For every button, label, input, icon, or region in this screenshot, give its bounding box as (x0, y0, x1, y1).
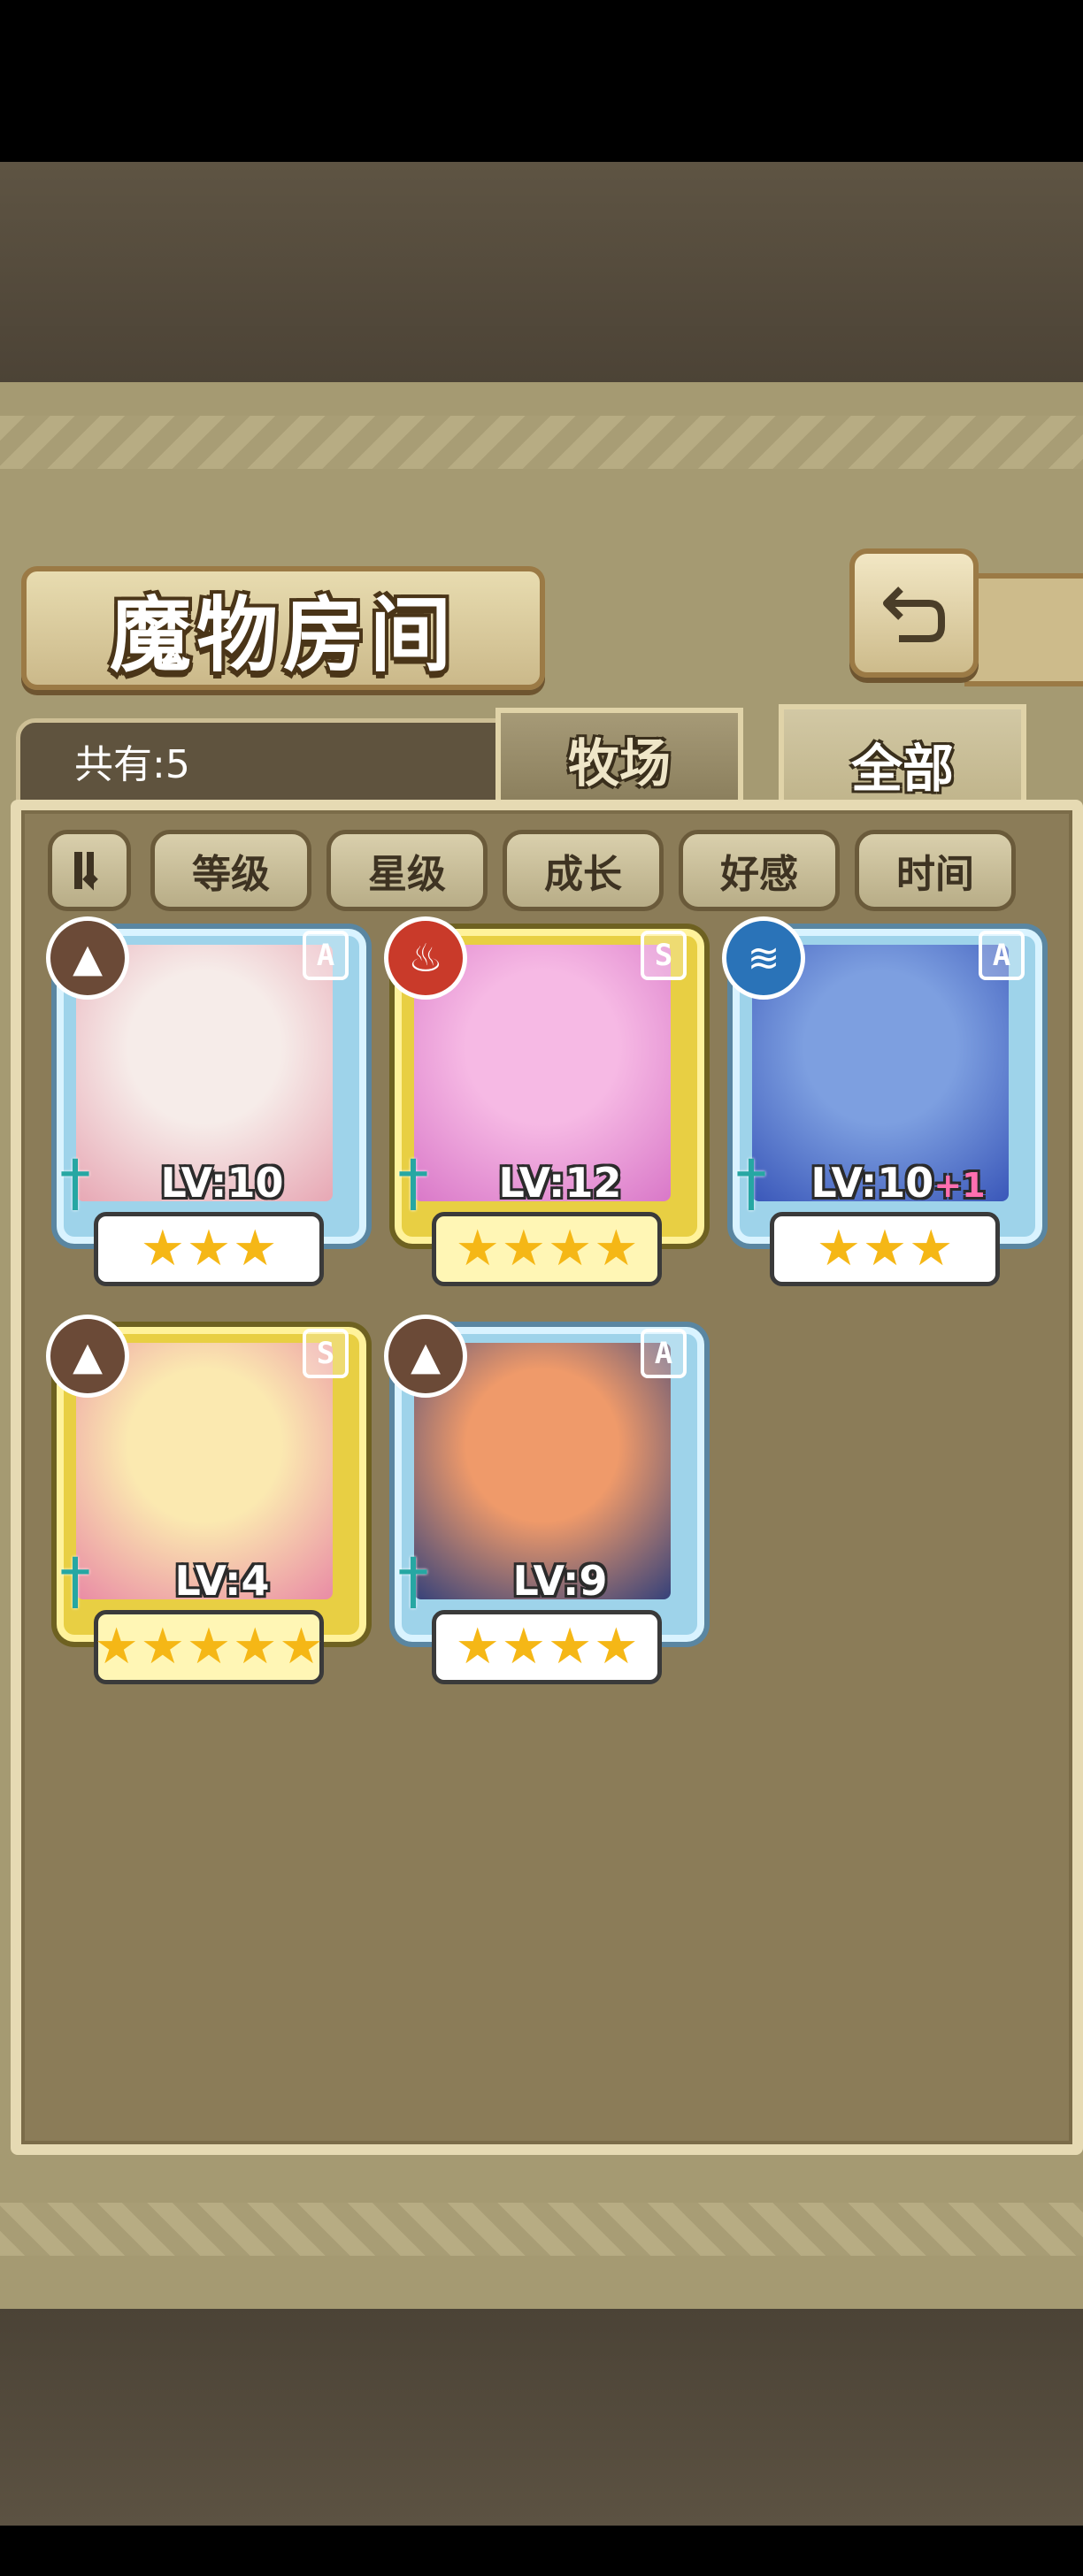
sort-affection-button[interactable]: 好感 (679, 830, 840, 911)
star-icon: ★ (140, 1618, 185, 1675)
level-bonus: +1 (933, 1166, 986, 1205)
monster-card[interactable]: ♨ S † LV:12 ★ ★ ★ ★ (384, 916, 704, 1286)
star-rating: ★ ★ ★ ★ ★ (94, 1610, 324, 1684)
star-icon: ★ (909, 1220, 954, 1277)
sword-icon: † (397, 1545, 429, 1617)
sort-star-button[interactable]: 星级 (326, 830, 488, 911)
sort-order-button[interactable] (48, 830, 131, 911)
sort-level-button[interactable]: 等级 (150, 830, 311, 911)
level-label: LV:10+1 (787, 1159, 1009, 1207)
star-rating: ★ ★ ★ (94, 1212, 324, 1286)
level-label: LV:10 (111, 1159, 333, 1207)
star-icon: ★ (186, 1618, 232, 1675)
level-label: LV:12 (449, 1159, 671, 1207)
rank-badge: A (303, 931, 349, 980)
waves-icon: ≋ (722, 916, 805, 1000)
mountain-icon: ▲ (46, 1315, 129, 1398)
star-icon: ★ (94, 1618, 139, 1675)
star-rating: ★ ★ ★ ★ (432, 1610, 662, 1684)
monster-card[interactable]: ▲ S † LV:4 ★ ★ ★ ★ ★ (46, 1315, 366, 1684)
zigzag-border-bottom (0, 2203, 1083, 2256)
star-icon: ★ (594, 1618, 639, 1675)
monster-count: 共有:5 (74, 742, 190, 787)
flame-icon: ♨ (384, 916, 467, 1000)
rank-badge: A (641, 1329, 687, 1378)
star-icon: ★ (455, 1618, 500, 1675)
level-value: LV:10 (160, 1159, 284, 1207)
star-icon: ★ (548, 1618, 593, 1675)
star-icon: ★ (501, 1618, 546, 1675)
sword-icon: † (735, 1146, 767, 1219)
star-icon: ★ (140, 1220, 185, 1277)
star-icon: ★ (233, 1618, 278, 1675)
sort-order-icon (74, 852, 98, 891)
star-icon: ★ (548, 1220, 593, 1277)
star-icon: ★ (455, 1220, 500, 1277)
star-icon: ★ (816, 1220, 861, 1277)
back-button-bar (964, 573, 1083, 686)
star-icon: ★ (279, 1618, 324, 1675)
level-label: LV:4 (111, 1557, 333, 1605)
star-icon: ★ (186, 1220, 232, 1277)
bottom-map-band (0, 2309, 1083, 2526)
return-arrow-icon (883, 586, 945, 642)
level-value: LV:10 (810, 1159, 934, 1207)
monster-card[interactable]: ≋ A † LV:10+1 ★ ★ ★ (722, 916, 1042, 1286)
star-icon: ★ (233, 1220, 278, 1277)
sword-icon: † (397, 1146, 429, 1219)
sword-icon: † (59, 1146, 91, 1219)
page-title: 魔物房间 (109, 586, 457, 683)
level-label: LV:9 (449, 1557, 671, 1605)
mountain-icon: ▲ (46, 916, 129, 1000)
star-rating: ★ ★ ★ ★ (432, 1212, 662, 1286)
tab-ranch[interactable]: 牧场 (495, 708, 743, 805)
monster-card[interactable]: ▲ A † LV:9 ★ ★ ★ ★ (384, 1315, 704, 1684)
star-icon: ★ (594, 1220, 639, 1277)
rank-badge: S (303, 1329, 349, 1378)
star-rating: ★ ★ ★ (770, 1212, 1000, 1286)
title-plate: 魔物房间 (21, 566, 545, 690)
level-value: LV:12 (498, 1159, 622, 1207)
rank-badge: A (979, 931, 1025, 980)
mountain-icon: ▲ (384, 1315, 467, 1398)
star-icon: ★ (862, 1220, 908, 1277)
sword-icon: † (59, 1545, 91, 1617)
monster-card[interactable]: ▲ A † LV:10 ★ ★ ★ (46, 916, 366, 1286)
back-button[interactable] (849, 548, 979, 678)
top-map-band (0, 162, 1083, 383)
star-icon: ★ (501, 1220, 546, 1277)
rank-badge: S (641, 931, 687, 980)
level-value: LV:9 (512, 1557, 608, 1605)
zigzag-border-top (0, 416, 1083, 469)
level-value: LV:4 (174, 1557, 270, 1605)
sort-time-button[interactable]: 时间 (855, 830, 1016, 911)
sort-growth-button[interactable]: 成长 (503, 830, 664, 911)
